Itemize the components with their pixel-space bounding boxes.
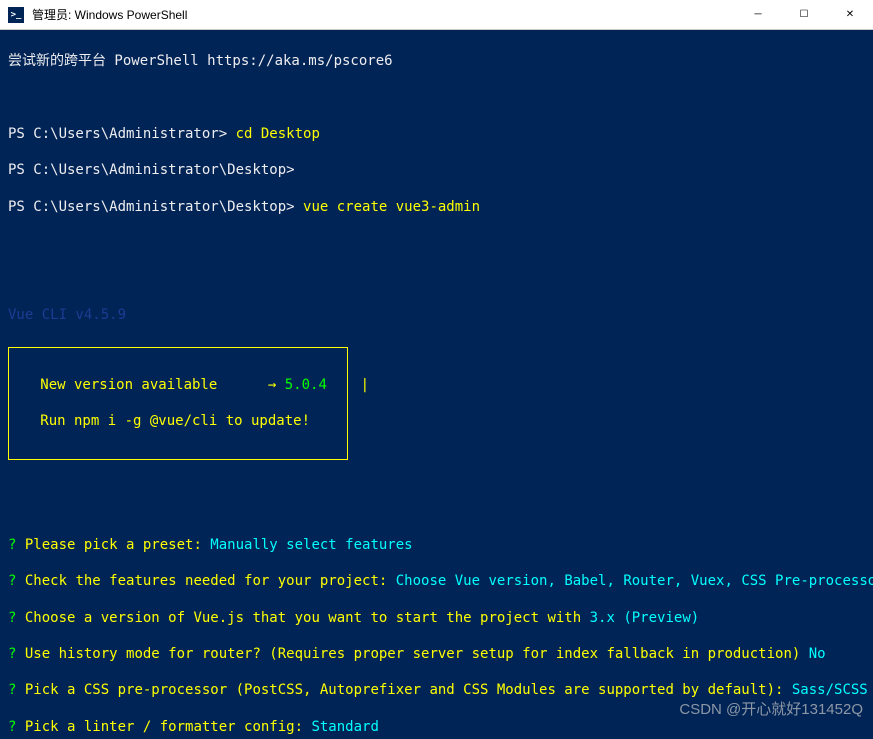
powershell-icon — [8, 7, 24, 23]
answer: No — [800, 646, 825, 662]
blank — [8, 464, 865, 482]
question-line: ? Use history mode for router? (Requires… — [8, 645, 865, 663]
answer: Manually select features — [202, 537, 413, 553]
question: Pick a CSS pre-processor (PostCSS, Autop… — [16, 682, 783, 698]
prompt-line: PS C:\Users\Administrator\Desktop> vue c… — [8, 198, 865, 216]
close-button[interactable]: ✕ — [827, 0, 873, 30]
prompt-line: PS C:\Users\Administrator> cd Desktop — [8, 125, 865, 143]
minimize-button[interactable]: ─ — [735, 0, 781, 30]
question-line: ? Pick a CSS pre-processor (PostCSS, Aut… — [8, 681, 865, 699]
blank — [8, 500, 865, 518]
version-text: New version available — [15, 377, 234, 393]
cli-header: Vue CLI v4.5.9 — [8, 306, 865, 324]
question: Choose a version of Vue.js that you want… — [16, 610, 581, 626]
blank — [8, 270, 865, 288]
answer: Sass/SCSS (with node-sass) — [783, 682, 873, 698]
arrow-icon: → — [268, 377, 276, 393]
prompt: PS C:\Users\Administrator\Desktop> — [8, 199, 295, 215]
version-available: New version available → 5.0.4 | — [15, 376, 341, 394]
answer: 3.x (Preview) — [581, 610, 699, 626]
question: Use history mode for router? (Requires p… — [16, 646, 800, 662]
answer: Choose Vue version, Babel, Router, Vuex,… — [387, 573, 873, 589]
question-line: ? Pick a linter / formatter config: Stan… — [8, 718, 865, 736]
question-line: ? Check the features needed for your pro… — [8, 572, 865, 590]
window-controls: ─ ☐ ✕ — [735, 0, 873, 30]
update-notice-box: New version available → 5.0.4 | Run npm … — [8, 347, 348, 460]
prompt-line: PS C:\Users\Administrator\Desktop> — [8, 161, 865, 179]
prompt: PS C:\Users\Administrator> — [8, 126, 227, 142]
banner-line: 尝试新的跨平台 PowerShell https://aka.ms/pscore… — [8, 52, 865, 70]
command-text: vue create vue3-admin — [303, 199, 480, 215]
question: Check the features needed for your proje… — [16, 573, 387, 589]
version-number: 5.0.4 — [285, 377, 327, 393]
maximize-button[interactable]: ☐ — [781, 0, 827, 30]
update-instruction: Run npm i -g @vue/cli to update! — [15, 412, 341, 430]
answer: Standard — [303, 719, 379, 735]
window-title: 管理员: Windows PowerShell — [32, 6, 735, 23]
prompt: PS C:\Users\Administrator\Desktop> — [8, 162, 295, 178]
terminal-area[interactable]: 尝试新的跨平台 PowerShell https://aka.ms/pscore… — [0, 30, 873, 739]
window-titlebar: 管理员: Windows PowerShell ─ ☐ ✕ — [0, 0, 873, 30]
question: Pick a linter / formatter config: — [16, 719, 303, 735]
question-line: ? Please pick a preset: Manually select … — [8, 536, 865, 554]
bar: | — [361, 377, 369, 393]
blank — [8, 234, 865, 252]
command-text: cd Desktop — [236, 126, 320, 142]
question: Please pick a preset: — [16, 537, 201, 553]
blank — [8, 89, 865, 107]
question-line: ? Choose a version of Vue.js that you wa… — [8, 609, 865, 627]
watermark: CSDN @开心就好131452Q — [679, 700, 863, 720]
